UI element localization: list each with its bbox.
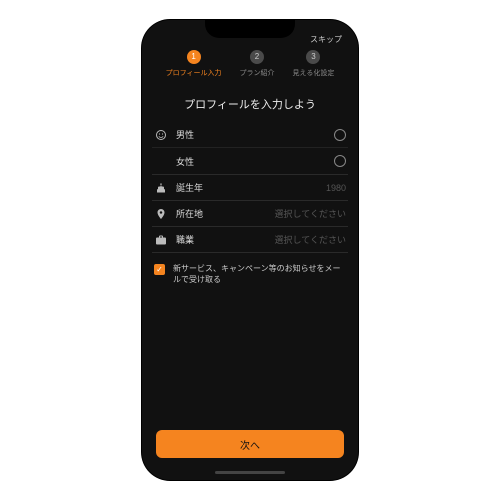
location-placeholder: 選択してください [275,207,346,220]
step-plan: 2 プラン紹介 [240,50,275,78]
gender-group: 男性 女性 [152,122,348,175]
radio-unchecked-icon[interactable] [334,155,346,167]
birth-year-row[interactable]: 誕生年 1980 [152,175,348,201]
checkbox-checked-icon[interactable]: ✓ [154,264,165,275]
location-row[interactable]: 所在地 選択してください [152,201,348,227]
step-circle: 1 [187,50,201,64]
step-label: プラン紹介 [240,68,275,78]
gender-female-row[interactable]: 女性 [152,148,348,174]
cake-icon [154,181,168,195]
gender-female-label: 女性 [176,155,326,168]
newsletter-label: 新サービス、キャンペーン等のお知らせをメールで受け取る [173,263,346,285]
occupation-label: 職業 [176,233,267,246]
location-label: 所在地 [176,207,267,220]
occupation-row[interactable]: 職業 選択してください [152,227,348,253]
gender-male-label: 男性 [176,128,326,141]
newsletter-row[interactable]: ✓ 新サービス、キャンペーン等のお知らせをメールで受け取る [152,253,348,295]
step-settings: 3 見える化設定 [293,50,335,78]
skip-button[interactable]: スキップ [310,34,342,45]
briefcase-icon [154,233,168,247]
profile-form: 男性 女性 誕生年 1980 所在地 選択してください [142,122,358,295]
phone-frame: スキップ 1 プロフィール入力 2 プラン紹介 3 見える化設定 プロフィールを… [142,20,358,480]
page-title: プロフィールを入力しよう [142,96,358,112]
home-indicator [215,471,285,474]
pin-icon [154,207,168,221]
step-circle: 2 [250,50,264,64]
birth-year-label: 誕生年 [176,181,318,194]
notch [205,20,295,38]
step-circle: 3 [306,50,320,64]
gender-male-row[interactable]: 男性 [152,122,348,148]
step-label: プロフィール入力 [166,68,222,78]
step-label: 見える化設定 [293,68,335,78]
birth-year-value: 1980 [326,183,346,193]
step-profile: 1 プロフィール入力 [166,50,222,78]
next-button[interactable]: 次へ [156,430,344,458]
progress-steps: 1 プロフィール入力 2 プラン紹介 3 見える化設定 [142,50,358,78]
gender-icon [154,128,168,142]
occupation-placeholder: 選択してください [275,233,346,246]
radio-unchecked-icon[interactable] [334,129,346,141]
